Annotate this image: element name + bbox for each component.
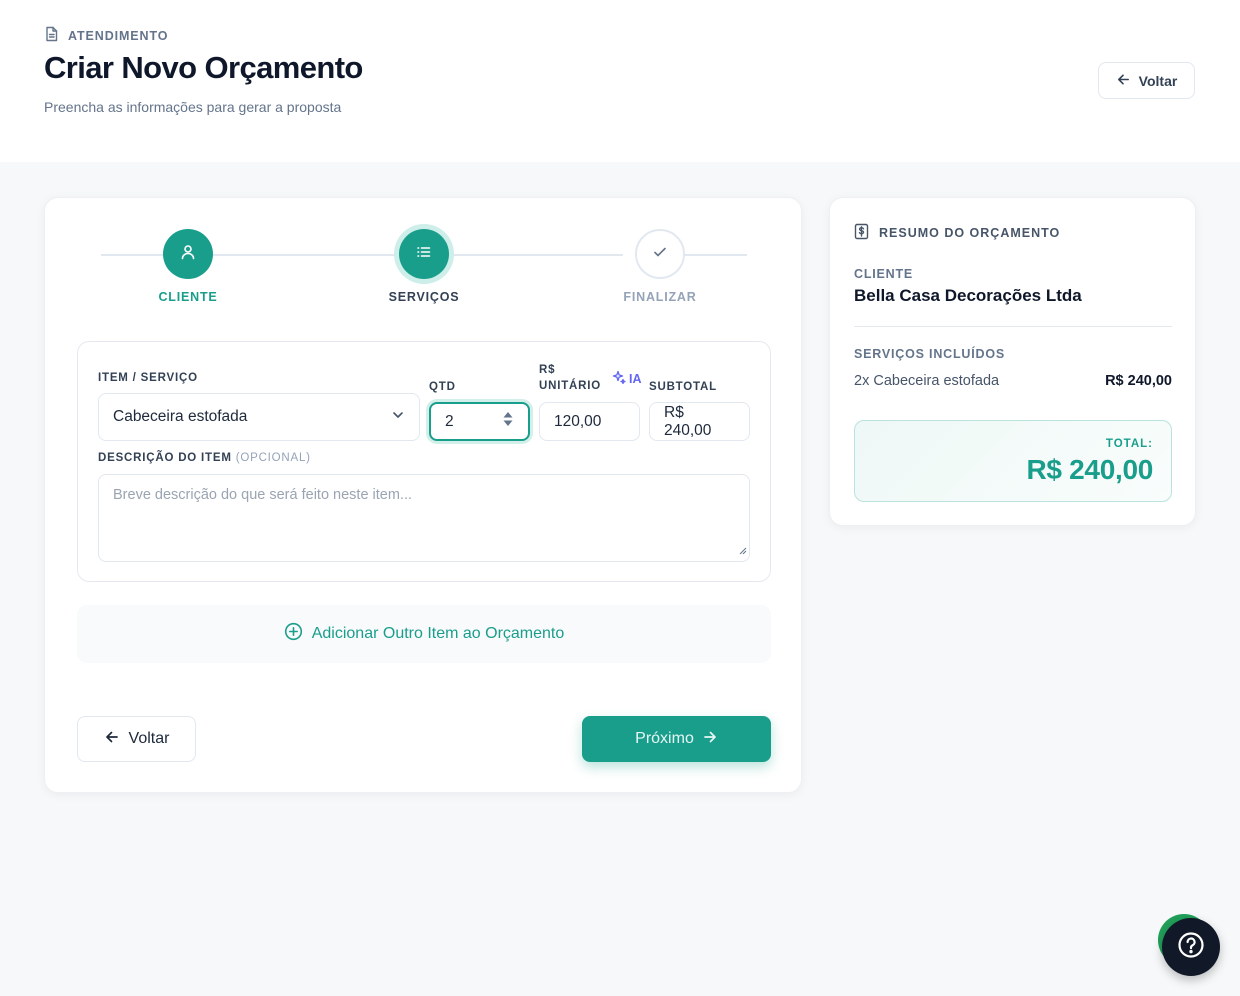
- unit-price-label-line2: UNITÁRIO: [539, 380, 601, 392]
- qty-label: QTD: [429, 381, 456, 393]
- list-icon: [415, 243, 433, 266]
- summary-service-desc: 2x Cabeceira estofada: [854, 373, 1000, 389]
- arrow-left-icon: [104, 729, 120, 750]
- receipt-dollar-icon: [854, 223, 869, 243]
- unit-price-label: R$ UNITÁRIO: [539, 362, 601, 394]
- arrow-right-icon: [702, 729, 718, 750]
- header-back-label: Voltar: [1138, 72, 1178, 89]
- quote-summary-card: RESUMO DO ORÇAMENTO CLIENTE Bella Casa D…: [829, 197, 1196, 526]
- stepper-arrows-icon[interactable]: [502, 410, 514, 433]
- step-label: FINALIZAR: [623, 290, 697, 304]
- step-label: SERVIÇOS: [388, 290, 460, 304]
- page-subtitle: Preencha as informações para gerar a pro…: [44, 99, 342, 115]
- document-icon: [44, 26, 59, 45]
- summary-title: RESUMO DO ORÇAMENTO: [879, 226, 1061, 240]
- step-circle: [399, 229, 449, 279]
- sparkle-icon: [612, 370, 626, 387]
- summary-service-price: R$ 240,00: [1105, 373, 1172, 389]
- step-label: CLIENTE: [158, 290, 218, 304]
- subtotal-value: R$ 240,00: [664, 403, 712, 439]
- arrow-left-icon: [1116, 72, 1131, 90]
- back-label: Voltar: [128, 730, 170, 747]
- unit-price-value: 120,00: [554, 412, 602, 430]
- summary-services-label: SERVIÇOS INCLUÍDOS: [854, 347, 1005, 361]
- summary-total-label: TOTAL:: [1105, 438, 1153, 450]
- qty-input[interactable]: 2: [429, 402, 530, 441]
- page-header: ATENDIMENTO Criar Novo Orçamento Preench…: [0, 0, 1240, 162]
- description-label: DESCRIÇÃO DO ITEM (OPCIONAL): [98, 450, 311, 466]
- step-finalizar[interactable]: FINALIZAR: [590, 229, 730, 304]
- summary-total-box: TOTAL: R$ 240,00: [854, 420, 1172, 502]
- summary-client-name: Bella Casa Decorações Ltda: [854, 286, 1082, 305]
- item-select[interactable]: Cabeceira estofada: [98, 393, 420, 441]
- header-back-button[interactable]: Voltar: [1098, 62, 1195, 99]
- step-cliente[interactable]: CLIENTE: [118, 229, 258, 304]
- subtotal-field: R$ 240,00: [649, 402, 750, 441]
- step-circle: [635, 229, 685, 279]
- service-item-card: ITEM / SERVIÇO Cabeceira estofada QTD 2 …: [77, 341, 771, 582]
- help-fab[interactable]: [1162, 918, 1220, 976]
- page-title: Criar Novo Orçamento: [44, 50, 363, 85]
- add-item-button[interactable]: Adicionar Outro Item ao Orçamento: [77, 605, 771, 663]
- ai-label: IA: [629, 371, 642, 386]
- breadcrumb: ATENDIMENTO: [44, 26, 168, 45]
- plus-circle-icon: [284, 622, 303, 646]
- summary-client-label: CLIENTE: [854, 267, 914, 281]
- summary-service-row: 2x Cabeceira estofada R$ 240,00: [854, 373, 1172, 389]
- item-select-value: Cabeceira estofada: [113, 408, 248, 425]
- breadcrumb-label: ATENDIMENTO: [68, 28, 169, 43]
- resize-grip-icon[interactable]: [737, 543, 747, 559]
- chevron-down-icon: [391, 408, 405, 427]
- question-circle-icon: [1177, 931, 1205, 964]
- qty-value: 2: [445, 412, 454, 430]
- unit-price-label-line1: R$: [539, 364, 556, 376]
- subtotal-label: SUBTOTAL: [649, 381, 717, 393]
- step-circle: [163, 229, 213, 279]
- next-label: Próximo: [635, 730, 694, 747]
- step-servicos[interactable]: SERVIÇOS: [354, 229, 494, 304]
- summary-total-value: R$ 240,00: [1026, 454, 1153, 485]
- summary-divider: [854, 326, 1172, 327]
- next-button[interactable]: Próximo: [582, 716, 771, 762]
- description-optional: (OPCIONAL): [235, 452, 311, 464]
- quote-form-card: CLIENTE SERVIÇOS FINALIZAR ITEM / SERVIÇ…: [44, 197, 802, 793]
- check-icon: [652, 244, 668, 265]
- ai-suggest-button[interactable]: IA: [612, 370, 642, 387]
- user-icon: [179, 243, 197, 266]
- description-label-text: DESCRIÇÃO DO ITEM: [98, 452, 232, 464]
- description-textarea[interactable]: Breve descrição do que será feito neste …: [98, 474, 750, 562]
- add-item-label: Adicionar Outro Item ao Orçamento: [311, 625, 565, 642]
- back-button[interactable]: Voltar: [77, 716, 196, 762]
- unit-price-input[interactable]: 120,00: [539, 402, 640, 441]
- description-placeholder: Breve descrição do que será feito neste …: [113, 487, 413, 503]
- item-label: ITEM / SERVIÇO: [98, 372, 198, 384]
- summary-header: RESUMO DO ORÇAMENTO: [854, 223, 1060, 243]
